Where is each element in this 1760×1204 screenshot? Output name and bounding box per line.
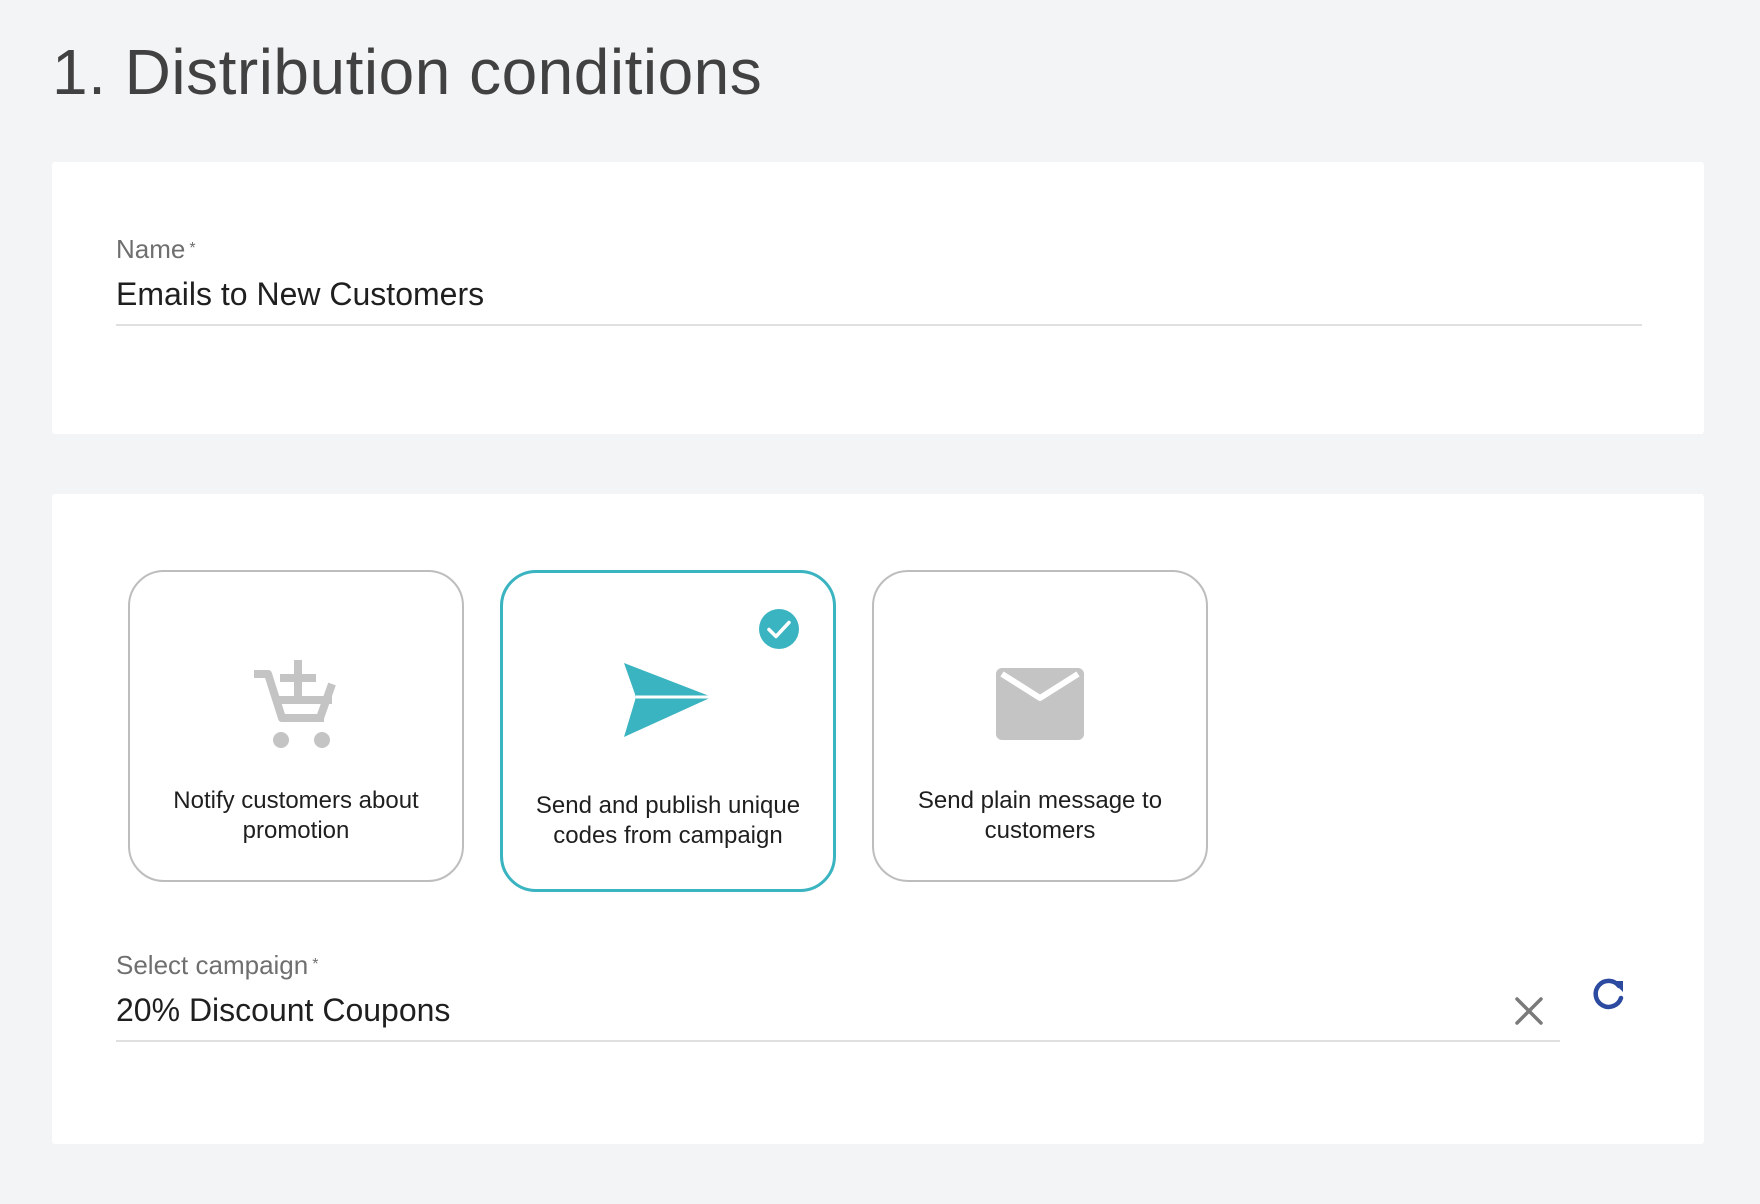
- cart-plus-icon: [254, 660, 336, 748]
- name-label: Name *: [116, 234, 1642, 264]
- option-send-unique-codes-label: Send and publish unique codes from campa…: [535, 792, 801, 849]
- campaign-required-marker: *: [312, 956, 319, 973]
- close-icon[interactable]: [1512, 994, 1546, 1028]
- option-notify-promotion-label: Notify customers about promotion: [173, 787, 419, 844]
- campaign-field[interactable]: Select campaign * 20% Discount Coupons: [116, 950, 1560, 1042]
- option-plain-message-label: Send plain message to customers: [917, 787, 1163, 844]
- distribution-type-card: Notify customers about promotion Send an…: [52, 494, 1704, 1144]
- envelope-icon: [996, 668, 1084, 740]
- campaign-label: Select campaign *: [116, 950, 1560, 980]
- option-send-unique-codes[interactable]: Send and publish unique codes from campa…: [500, 570, 836, 892]
- name-label-text: Name: [116, 234, 186, 264]
- name-required-marker: *: [189, 240, 196, 257]
- check-circle-icon: [759, 609, 799, 649]
- name-card: Name * Emails to New Customers: [52, 162, 1704, 434]
- name-input[interactable]: Emails to New Customers: [116, 274, 1642, 326]
- refresh-icon[interactable]: [1588, 974, 1628, 1014]
- campaign-select[interactable]: 20% Discount Coupons: [116, 990, 1560, 1042]
- option-plain-message[interactable]: Send plain message to customers: [872, 570, 1208, 882]
- paper-plane-icon: [624, 663, 712, 737]
- page-title: 1. Distribution conditions: [52, 36, 763, 108]
- campaign-label-text: Select campaign: [116, 950, 309, 980]
- option-notify-promotion[interactable]: Notify customers about promotion: [128, 570, 464, 882]
- name-field[interactable]: Name * Emails to New Customers: [116, 234, 1642, 326]
